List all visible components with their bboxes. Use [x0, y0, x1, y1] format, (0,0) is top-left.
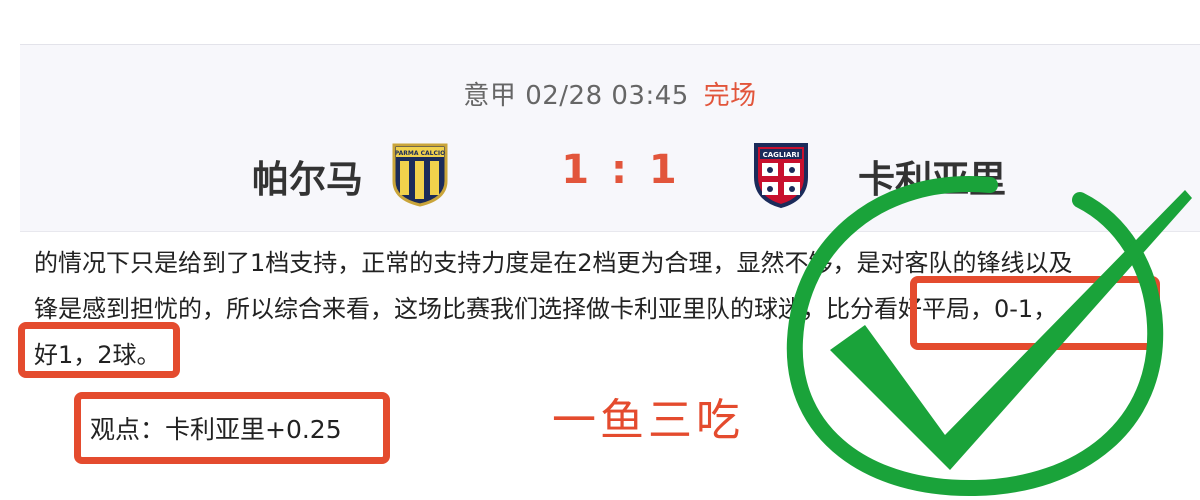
away-team-name[interactable]: 卡利亚里	[858, 149, 1006, 203]
match-datetime: 02/28 03:45	[525, 81, 689, 111]
parma-logo-icon: PARMA CALCIO	[392, 143, 448, 207]
match-status: 完场	[703, 81, 757, 111]
league-label: 意甲	[463, 81, 517, 111]
cagliari-logo-text: CAGLIARI	[763, 151, 800, 159]
annotation-text: 一鱼三吃	[552, 395, 744, 446]
highlight-box-score-prediction	[910, 276, 1160, 350]
match-score: 1 : 1	[561, 147, 681, 193]
parma-logo-text: PARMA CALCIO	[395, 150, 445, 157]
home-team-name[interactable]: 帕尔马	[252, 149, 363, 203]
highlight-box-opinion	[74, 392, 390, 464]
cagliari-logo-icon: CAGLIARI	[754, 143, 808, 209]
highlight-box-goals	[18, 322, 180, 378]
screenshot-page: 意甲 02/28 03:45 完场 帕尔马 PARMA CALCIO 1 : 1…	[0, 0, 1200, 500]
match-card[interactable]: 意甲 02/28 03:45 完场 帕尔马 PARMA CALCIO 1 : 1…	[20, 44, 1200, 232]
match-meta: 意甲 02/28 03:45 完场	[20, 75, 1200, 112]
